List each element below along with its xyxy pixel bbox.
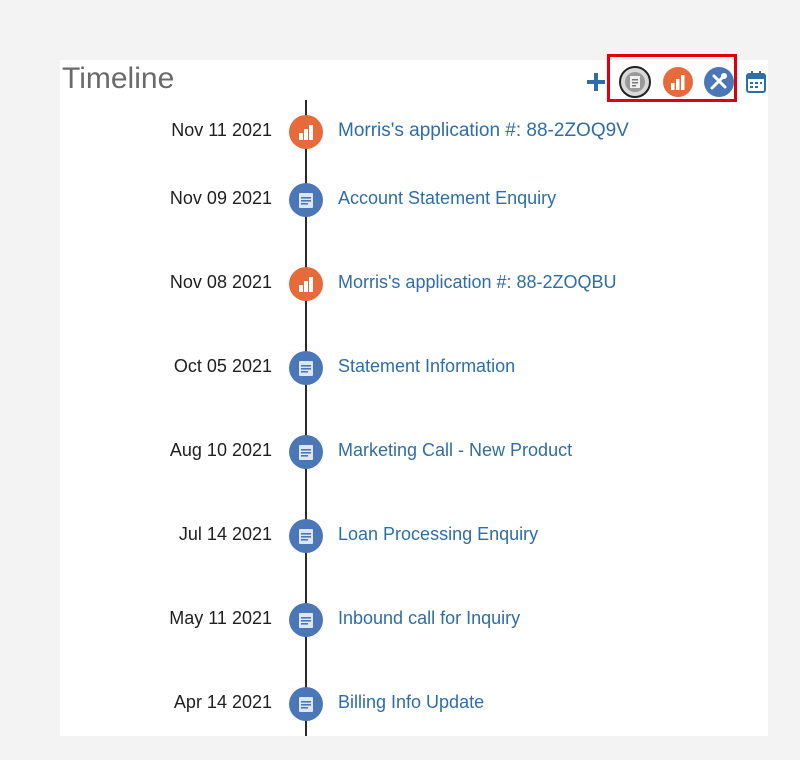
timeline-event: Apr 14 2021 Billing Info Update (0, 684, 800, 724)
timeline-event: Nov 09 2021 Account Statement Enquiry (0, 180, 800, 220)
activity-icon (289, 351, 323, 385)
event-date: Jul 14 2021 (178, 524, 272, 544)
timeline-event: Nov 08 2021 Morris's application #: 88-2… (0, 264, 800, 304)
event-link[interactable]: Billing Info Update (338, 692, 484, 713)
event-date: Aug 10 2021 (169, 440, 272, 460)
event-link[interactable]: Loan Processing Enquiry (338, 524, 538, 545)
event-link[interactable]: Morris's application #: 88-2ZOQBU (338, 272, 617, 293)
event-link[interactable]: Marketing Call - New Product (338, 440, 572, 461)
activity-icon (289, 603, 323, 637)
opportunity-icon (289, 267, 323, 301)
event-date: Apr 14 2021 (173, 692, 272, 712)
timeline-event: Oct 05 2021 Statement Information (0, 348, 800, 388)
event-link[interactable]: Morris's application #: 88-2ZOQ9V (338, 120, 629, 142)
activity-icon (289, 183, 323, 217)
activity-icon (289, 519, 323, 553)
activity-icon (289, 435, 323, 469)
event-date: Nov 09 2021 (169, 188, 272, 208)
timeline-event: Jul 14 2021 Loan Processing Enquiry (0, 516, 800, 556)
event-link[interactable]: Inbound call for Inquiry (338, 608, 520, 629)
page-title: Timeline (62, 62, 175, 95)
event-date: Nov 08 2021 (169, 272, 272, 292)
timeline-event: May 11 2021 Inbound call for Inquiry (0, 600, 800, 640)
highlight-annotation-box (607, 54, 737, 102)
activity-icon (289, 687, 323, 721)
add-icon[interactable] (584, 70, 608, 94)
event-date: May 11 2021 (169, 608, 272, 628)
opportunity-icon (289, 115, 323, 149)
event-link[interactable]: Statement Information (338, 356, 515, 377)
timeline-event: Aug 10 2021 Marketing Call - New Product (0, 432, 800, 472)
calendar-icon[interactable] (745, 70, 767, 94)
timeline-event: Nov 11 2021 Morris's application #: 88-2… (0, 112, 800, 152)
event-date: Oct 05 2021 (173, 356, 272, 376)
event-link[interactable]: Account Statement Enquiry (338, 188, 556, 209)
event-date: Nov 11 2021 (171, 120, 272, 140)
